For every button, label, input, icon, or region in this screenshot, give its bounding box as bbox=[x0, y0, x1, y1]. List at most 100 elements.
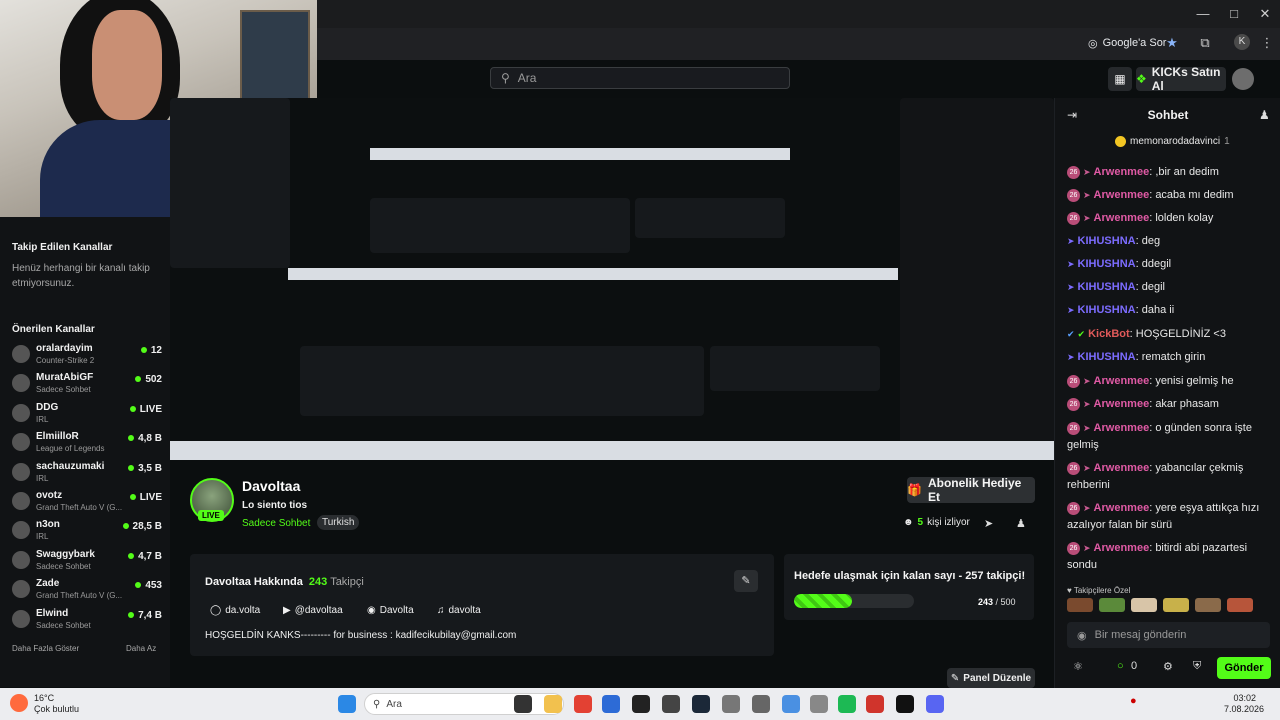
social-youtube[interactable]: ▶ @davoltaa bbox=[283, 605, 343, 616]
emote[interactable] bbox=[1131, 598, 1157, 612]
channel-name[interactable]: Davoltaa bbox=[242, 478, 300, 494]
tray-mic-icon[interactable]: ● bbox=[1130, 695, 1140, 713]
mod-shield-icon[interactable]: ⛨ bbox=[1193, 660, 1201, 673]
recommended-channel[interactable]: oralardayim Counter-Strike 2 12 bbox=[12, 343, 162, 371]
send-button[interactable]: Gönder bbox=[1217, 657, 1271, 679]
file-explorer-icon[interactable] bbox=[544, 695, 562, 713]
taskbar-search[interactable]: ⚲ Ara bbox=[364, 693, 564, 715]
chat-message-input[interactable]: ◉ Bir mesaj gönderin bbox=[1067, 622, 1270, 648]
gift-sub-button[interactable]: 🎁 Abonelik Hediye Et bbox=[907, 476, 1035, 504]
channel-avatar bbox=[12, 580, 30, 599]
emote[interactable] bbox=[1163, 598, 1189, 612]
emote[interactable] bbox=[1067, 598, 1093, 612]
chat-users-icon[interactable]: ♟ bbox=[1259, 108, 1270, 122]
sub-badge-icon: 26 bbox=[1067, 211, 1080, 225]
share-icon[interactable]: ➤ bbox=[984, 517, 993, 530]
buy-kicks-button[interactable]: ❖ KICKs Satın Al bbox=[1136, 65, 1226, 93]
task-view-icon[interactable] bbox=[514, 695, 532, 713]
spotify-icon[interactable] bbox=[838, 695, 856, 713]
chat-username[interactable]: Arwenmee bbox=[1094, 502, 1150, 514]
ask-google-button[interactable]: ◎ Google'a Sor bbox=[1082, 33, 1172, 53]
stream-category[interactable]: Sadece Sohbet bbox=[242, 518, 310, 529]
menu-dots-icon[interactable]: ⋮ bbox=[1258, 34, 1276, 52]
follow-user-icon[interactable]: ♟ bbox=[1016, 517, 1026, 530]
goal-title: Hedefe ulaşmak için kalan sayı - 257 tak… bbox=[794, 570, 1026, 582]
chat-username[interactable]: KIHUSHNA bbox=[1078, 304, 1136, 316]
chat-username[interactable]: Arwenmee bbox=[1094, 212, 1150, 224]
app-icon[interactable] bbox=[662, 695, 680, 713]
user-avatar[interactable] bbox=[1232, 68, 1254, 90]
language-tag[interactable]: Turkish bbox=[317, 515, 360, 530]
app-icon[interactable] bbox=[782, 695, 800, 713]
chat-username[interactable]: Arwenmee bbox=[1094, 542, 1150, 554]
discord-icon[interactable] bbox=[926, 695, 944, 713]
social-instagram[interactable]: ◯ da.volta bbox=[210, 605, 260, 616]
chat-username[interactable]: KIHUSHNA bbox=[1078, 281, 1136, 293]
chat-username[interactable]: KickBot bbox=[1088, 328, 1130, 340]
dashboard-icon[interactable]: ▦ bbox=[1108, 67, 1132, 91]
chat-message: ✔ ✔ KickBot: HOŞGELDİNİZ <3 bbox=[1067, 326, 1277, 343]
chat-username[interactable]: KIHUSHNA bbox=[1078, 235, 1136, 247]
chat-username[interactable]: KIHUSHNA bbox=[1078, 258, 1136, 270]
app-icon[interactable] bbox=[866, 695, 884, 713]
weather-widget[interactable]: 16°C Çok bulutlu bbox=[34, 693, 79, 715]
social-tiktok[interactable]: ♫ davolta bbox=[437, 605, 481, 616]
profile-avatar[interactable]: K bbox=[1234, 34, 1250, 50]
extensions-icon[interactable]: ⧉ bbox=[1196, 34, 1214, 52]
sub-badge-icon: 26 bbox=[1067, 165, 1080, 179]
chat-username[interactable]: Arwenmee bbox=[1094, 422, 1150, 434]
edit-pencil-icon[interactable]: ✎ bbox=[734, 570, 758, 592]
app-icon[interactable] bbox=[810, 695, 828, 713]
steam-icon[interactable] bbox=[692, 695, 710, 713]
recommended-channel[interactable]: Zade Grand Theft Auto V (G... 453 bbox=[12, 578, 162, 606]
kick-points-icon[interactable]: ⚛ bbox=[1073, 660, 1083, 673]
close-icon[interactable]: ✕ bbox=[1254, 6, 1276, 24]
chat-message: 26 ➤ Arwenmee: bitirdi abi pazartesi sondu bbox=[1067, 541, 1248, 571]
show-less-link[interactable]: Daha Az bbox=[126, 644, 156, 653]
viewer-count: 3,5 B bbox=[128, 463, 162, 474]
chat-username[interactable]: Arwenmee bbox=[1094, 375, 1150, 387]
emote[interactable] bbox=[1099, 598, 1125, 612]
sub-badge-icon: ◉ bbox=[1077, 629, 1087, 642]
system-clock[interactable]: 03:02 7.08.2026 bbox=[1224, 693, 1264, 715]
search-input[interactable]: ⚲ Ara bbox=[490, 67, 790, 89]
chat-settings-icon[interactable]: ⚙ bbox=[1163, 660, 1173, 673]
pinned-gifter[interactable]: memonarodadavinci 1 bbox=[1115, 136, 1230, 147]
recommended-channel[interactable]: Swaggybark Sadece Sohbet 4,7 B bbox=[12, 549, 162, 577]
app-icon[interactable] bbox=[896, 695, 914, 713]
chat-username[interactable]: Arwenmee bbox=[1094, 189, 1150, 201]
recommended-channels-title: Önerilen Kanallar bbox=[12, 324, 95, 335]
obs-icon[interactable] bbox=[632, 695, 650, 713]
recommended-channel[interactable]: DDG IRL LIVE bbox=[12, 402, 162, 430]
chat-username[interactable]: Arwenmee bbox=[1094, 462, 1150, 474]
bookmark-star-icon[interactable]: ★ bbox=[1163, 34, 1181, 52]
chat-username[interactable]: KIHUSHNA bbox=[1078, 351, 1136, 363]
gifter-badge-icon: ➤ bbox=[1067, 236, 1075, 246]
chrome-icon[interactable] bbox=[574, 695, 592, 713]
channel-avatar bbox=[12, 403, 30, 422]
recommended-channel[interactable]: n3on IRL 28,5 B bbox=[12, 519, 162, 547]
viewer-count: 4,8 B bbox=[128, 433, 162, 444]
app-icon[interactable] bbox=[752, 695, 770, 713]
recommended-channel[interactable]: MuratAbiGF Sadece Sohbet 502 bbox=[12, 372, 162, 400]
app-icon[interactable] bbox=[722, 695, 740, 713]
social-discord[interactable]: ◉ Davolta bbox=[367, 605, 414, 616]
live-dot bbox=[140, 347, 147, 353]
recommended-channel[interactable]: Elwind Sadece Sohbet 7,4 B bbox=[12, 608, 162, 636]
gifter-badge-icon: ➤ bbox=[1083, 543, 1091, 553]
chat-username[interactable]: Arwenmee bbox=[1094, 398, 1150, 410]
emote[interactable] bbox=[1195, 598, 1221, 612]
viewer-label: kişi izliyor bbox=[927, 517, 970, 528]
emote[interactable] bbox=[1227, 598, 1253, 612]
chat-username[interactable]: Arwenmee bbox=[1094, 166, 1150, 178]
recommended-channel[interactable]: ElmiilloR League of Legends 4,8 B bbox=[12, 431, 162, 459]
show-more-link[interactable]: Daha Fazla Göster bbox=[12, 644, 79, 653]
windows-start-icon[interactable] bbox=[338, 695, 356, 713]
edit-panels-button[interactable]: ✎ Panel Düzenle bbox=[947, 668, 1035, 688]
maximize-icon[interactable]: □ bbox=[1223, 6, 1245, 24]
minimize-icon[interactable]: — bbox=[1192, 6, 1214, 24]
chat-message: 26 ➤ Arwenmee: o günden sonra işte gelmiş bbox=[1067, 421, 1252, 451]
recommended-channel[interactable]: sachauzumaki IRL 3,5 B bbox=[12, 461, 162, 489]
recommended-channel[interactable]: ovotz Grand Theft Auto V (G... LIVE bbox=[12, 490, 162, 518]
outlook-icon[interactable] bbox=[602, 695, 620, 713]
